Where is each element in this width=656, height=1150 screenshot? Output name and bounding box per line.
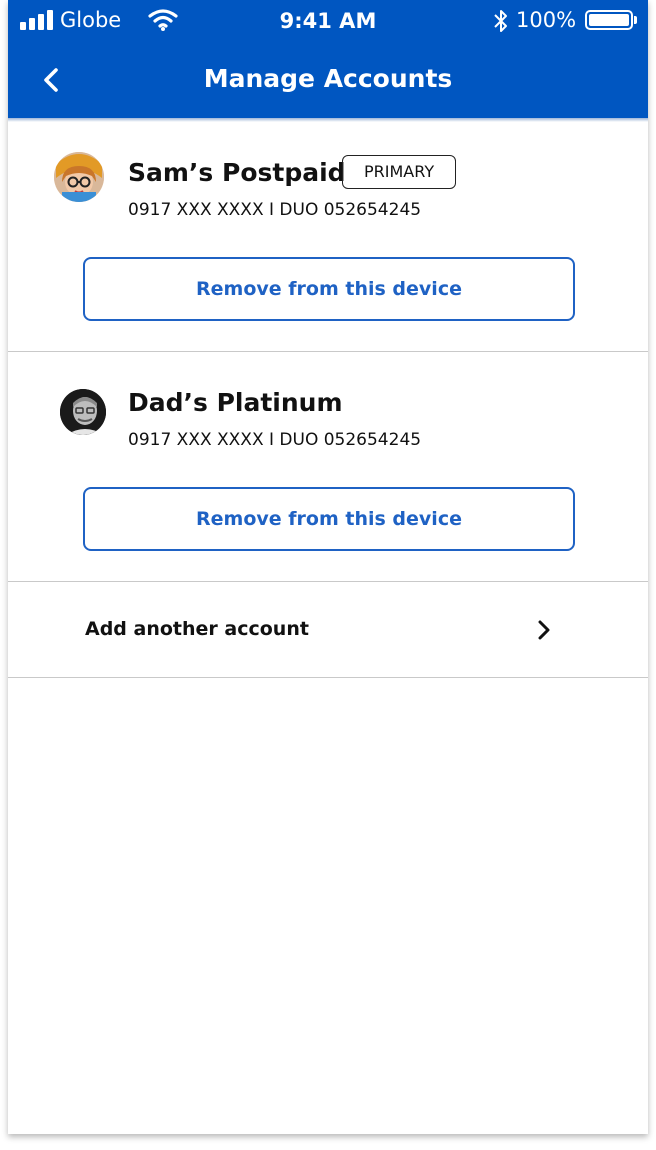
account-name: Sam’s Postpaid: [128, 158, 346, 187]
account-card-dads-platinum: Dad’s Platinum 0917 XXX XXXX I DUO 05265…: [8, 352, 648, 581]
remove-from-device-button[interactable]: Remove from this device: [83, 487, 575, 551]
user-avatar-icon: [54, 152, 104, 202]
app-header: Globe 9:41 AM 100% Manage Accounts: [8, 0, 648, 118]
account-card-sams-postpaid: Sam’s Postpaid PRIMARY 0917 XXX XXXX I D…: [8, 122, 648, 351]
page-title: Manage Accounts: [203, 64, 453, 93]
user-avatar-icon: [60, 389, 106, 435]
divider: [8, 677, 648, 678]
add-account-label: Add another account: [85, 618, 309, 640]
status-bar: Globe 9:41 AM 100%: [8, 0, 648, 42]
battery-tip: [634, 16, 637, 24]
avatar: [54, 152, 104, 202]
add-another-account-row[interactable]: Add another account: [8, 582, 648, 677]
account-name: Dad’s Platinum: [128, 388, 343, 417]
account-numbers: 0917 XXX XXXX I DUO 052654245: [128, 200, 422, 220]
bluetooth-icon: [494, 10, 507, 32]
account-numbers: 0917 XXX XXXX I DUO 052654245: [128, 430, 422, 450]
chevron-right-icon: [538, 620, 550, 640]
remove-from-device-button[interactable]: Remove from this device: [83, 257, 575, 321]
battery-percentage: 100%: [516, 8, 577, 32]
battery-level: [589, 14, 629, 26]
primary-badge: PRIMARY: [342, 155, 457, 189]
avatar: [60, 389, 106, 435]
phone-screen: Globe 9:41 AM 100% Manage Accounts Sam’s…: [8, 0, 648, 1134]
battery-icon: [585, 10, 633, 30]
